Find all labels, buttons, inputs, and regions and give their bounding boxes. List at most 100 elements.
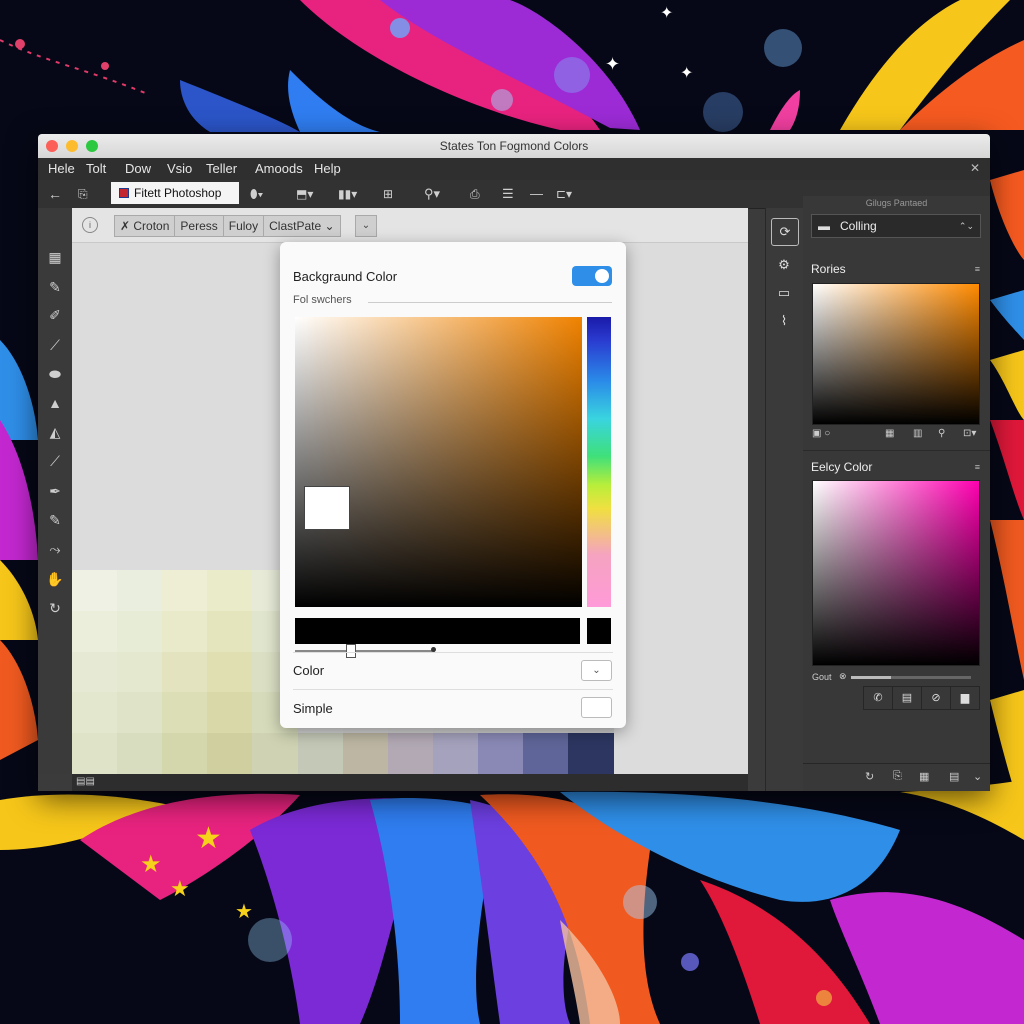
- color-swatch[interactable]: [207, 610, 254, 652]
- page-icon[interactable]: ⎙: [470, 185, 480, 203]
- panel-search[interactable]: ▬ Colling ⌃⌄: [811, 214, 981, 238]
- eraser-tool-icon[interactable]: ⬬: [46, 365, 64, 383]
- back-arrow-icon[interactable]: ←: [48, 185, 62, 203]
- menu-item[interactable]: Help: [314, 161, 341, 176]
- hue-slider[interactable]: [587, 317, 611, 607]
- color-swatch[interactable]: [117, 570, 164, 611]
- document-tab[interactable]: Fitett Photoshop: [111, 182, 239, 204]
- brush-tool-icon[interactable]: ✎: [46, 278, 64, 296]
- option-segment[interactable]: ✗ Croton: [115, 216, 176, 236]
- menu-item[interactable]: Teller: [206, 161, 237, 176]
- split-icon[interactable]: ▥: [913, 428, 922, 439]
- path-tool-icon[interactable]: ⤳: [46, 540, 64, 558]
- refresh-icon[interactable]: ↻: [865, 770, 874, 783]
- color-dropdown[interactable]: ⌄: [581, 660, 612, 681]
- library-icon[interactable]: ▭: [775, 284, 793, 302]
- color-swatch[interactable]: [432, 733, 479, 775]
- pen-tool-icon[interactable]: ✒: [46, 482, 64, 500]
- color-swatch[interactable]: [297, 733, 344, 775]
- chevron-down-icon[interactable]: ⌄: [973, 770, 982, 783]
- menu-item[interactable]: Tolt: [86, 161, 106, 176]
- color-swatch[interactable]: [117, 610, 164, 652]
- minus-icon[interactable]: —: [530, 185, 543, 203]
- color-swatch[interactable]: [162, 570, 209, 611]
- options-icon[interactable]: ⊡▾: [963, 428, 976, 439]
- color-swatch[interactable]: [162, 651, 209, 693]
- color-swatch[interactable]: [207, 692, 254, 734]
- page-icon[interactable]: ⎘: [893, 770, 902, 783]
- columns-icon[interactable]: ▮▮▾: [338, 185, 357, 203]
- color-picker-icon[interactable]: ⟳: [771, 218, 799, 246]
- layers-tool-icon[interactable]: ▦: [46, 248, 64, 266]
- drop-icon[interactable]: ⬮▾: [250, 185, 263, 203]
- menu-item[interactable]: Amoods: [255, 161, 303, 176]
- option-segment[interactable]: Fuloy: [224, 216, 265, 236]
- color-swatch[interactable]: [342, 733, 389, 775]
- saturation-value-field[interactable]: [295, 317, 582, 607]
- grid-icon[interactable]: ▦: [919, 770, 929, 783]
- dropper-icon[interactable]: ⚲: [938, 428, 945, 439]
- color-swatch[interactable]: [477, 733, 524, 775]
- expand-collapse-icon[interactable]: ⌃⌄: [959, 215, 974, 237]
- color-swatch[interactable]: [117, 692, 164, 734]
- color-swatch[interactable]: [162, 610, 209, 652]
- frame-icon[interactable]: ▣ ○: [812, 428, 830, 439]
- hand-tool-icon[interactable]: ⎘: [78, 185, 88, 203]
- color-swatch[interactable]: [207, 733, 254, 775]
- rotate-tool-icon[interactable]: ↻: [46, 599, 64, 617]
- lasso-tool-icon[interactable]: ⟋: [46, 336, 64, 354]
- color-swatch[interactable]: [252, 733, 299, 775]
- radio-icon[interactable]: ⊗: [839, 671, 847, 682]
- panel-menu-icon[interactable]: ≡: [975, 462, 980, 472]
- bucket-tool-icon[interactable]: ◭: [46, 423, 64, 441]
- color-swatch[interactable]: [162, 692, 209, 734]
- close-icon[interactable]: ✕: [970, 161, 980, 175]
- color-swatch[interactable]: [117, 651, 164, 693]
- shape-tool-icon[interactable]: ▲: [46, 394, 64, 412]
- option-segment[interactable]: ClastPate ⌄: [264, 216, 339, 236]
- sheet-icon[interactable]: ▤: [949, 770, 959, 783]
- smudge-tool-icon[interactable]: ✎: [46, 511, 64, 529]
- color-swatch[interactable]: [207, 651, 254, 693]
- dropper-tool-icon[interactable]: ⟋: [46, 452, 64, 470]
- menu-item[interactable]: Vsio: [167, 161, 192, 176]
- color-swatch[interactable]: [72, 733, 118, 775]
- color-swatch[interactable]: [523, 733, 569, 775]
- menu-item[interactable]: Dow: [125, 161, 151, 176]
- pencil-tool-icon[interactable]: ✐: [46, 306, 64, 324]
- list-icon[interactable]: ☰: [502, 185, 514, 203]
- option-segment[interactable]: Peress: [175, 216, 224, 236]
- color-swatch[interactable]: [72, 651, 118, 693]
- color-swatch[interactable]: [72, 570, 118, 611]
- hand-tool-icon[interactable]: ✋: [46, 570, 64, 588]
- magenta-color-field[interactable]: [812, 480, 980, 666]
- grid-icon[interactable]: ▦: [885, 428, 894, 439]
- adjust-icon[interactable]: ⌇: [775, 312, 793, 330]
- selected-color-swatch[interactable]: [304, 486, 350, 530]
- list-icon[interactable]: ▤: [893, 687, 922, 709]
- tone-slider-thumb[interactable]: [346, 644, 356, 658]
- swatch-link-icon[interactable]: ⊘: [922, 687, 951, 709]
- simple-field[interactable]: [581, 697, 612, 718]
- color-swatch[interactable]: [207, 570, 254, 611]
- color-swatch[interactable]: [117, 733, 164, 775]
- orange-color-field[interactable]: [812, 283, 980, 425]
- grid-icon[interactable]: ⊞: [383, 185, 393, 203]
- folder-icon[interactable]: ▆: [951, 687, 979, 709]
- chevron-down-icon[interactable]: ⌄: [355, 215, 377, 237]
- menu-item[interactable]: Hele: [48, 161, 75, 176]
- swatches-icon[interactable]: ⚙: [775, 256, 793, 274]
- color-swatch[interactable]: [72, 610, 118, 652]
- user-icon[interactable]: ⚲▾: [424, 185, 440, 203]
- opacity-slider[interactable]: [851, 676, 971, 679]
- phone-icon[interactable]: ✆: [864, 687, 893, 709]
- color-swatch[interactable]: [72, 692, 118, 734]
- info-icon[interactable]: i: [82, 217, 98, 233]
- crop-icon[interactable]: ⊏▾: [556, 185, 572, 203]
- color-swatch[interactable]: [387, 733, 434, 775]
- color-swatch[interactable]: [162, 733, 209, 775]
- layer-icon[interactable]: ⬒▾: [296, 185, 313, 203]
- panel-menu-icon[interactable]: ≡: [975, 264, 980, 274]
- color-swatch[interactable]: [568, 733, 615, 775]
- toggle-switch[interactable]: [572, 266, 612, 286]
